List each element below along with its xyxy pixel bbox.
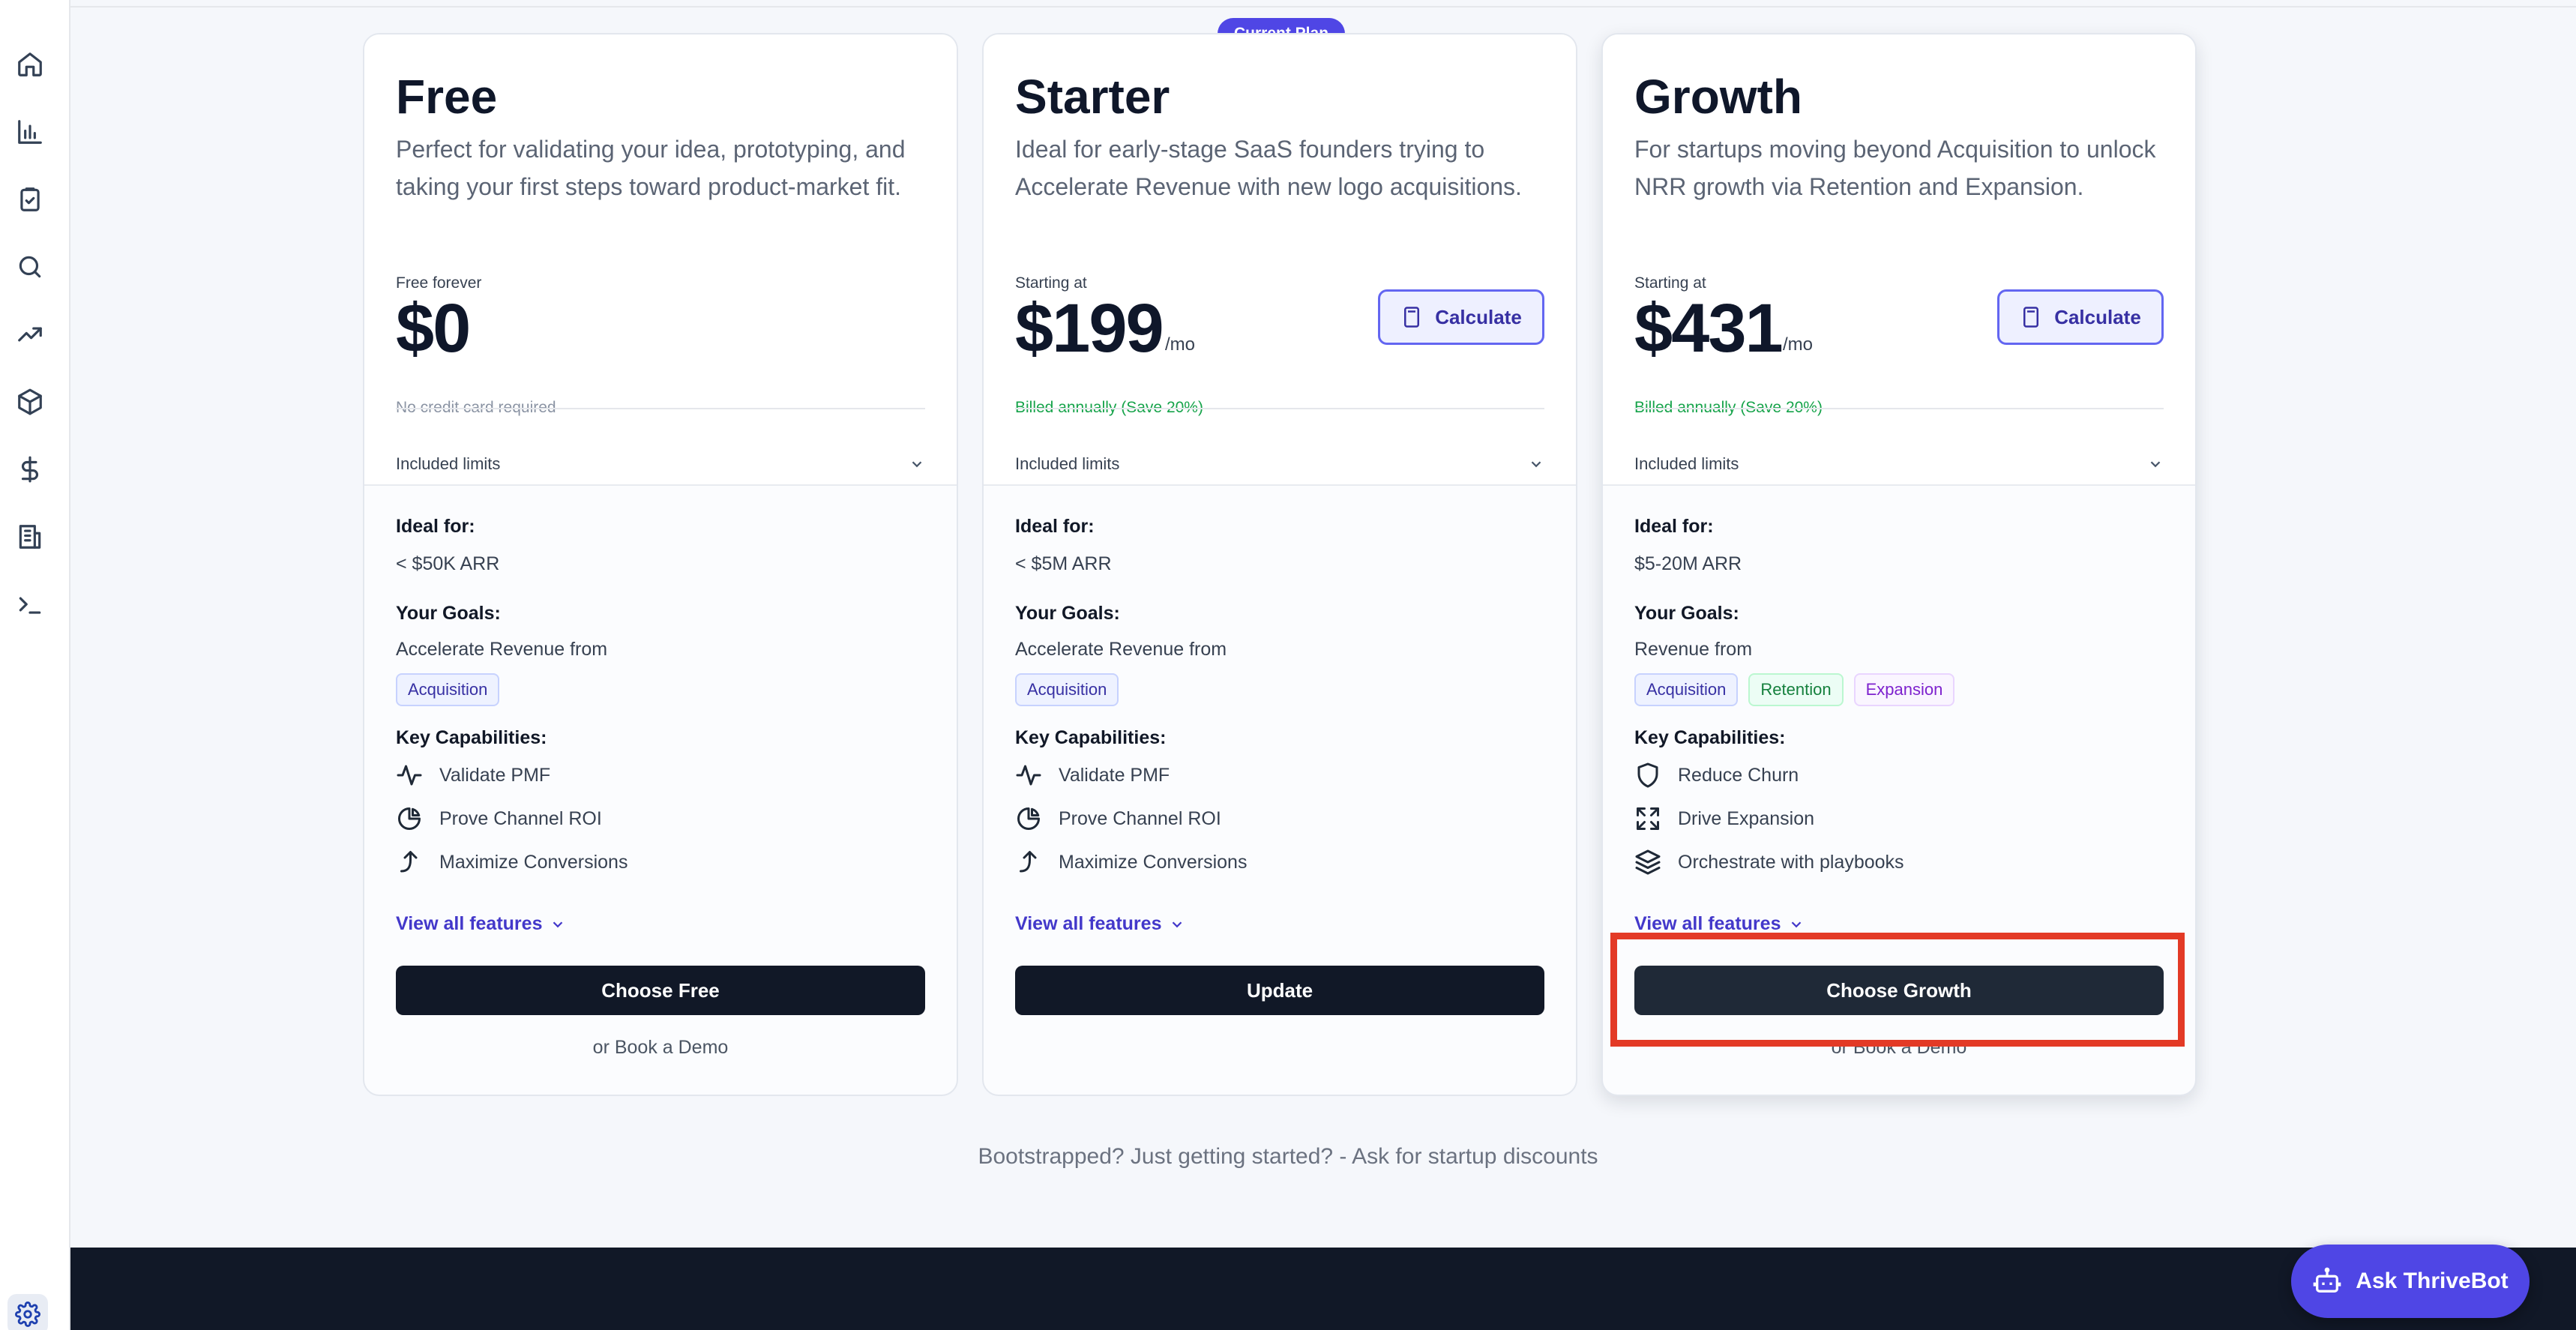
included-limits-label: Included limits xyxy=(396,454,501,473)
capability-item: Validate PMF xyxy=(1015,762,1170,789)
divider xyxy=(1634,408,2164,409)
ideal-for-label: Ideal for: xyxy=(1634,516,1714,537)
goals-label: Your Goals: xyxy=(1015,603,1120,624)
ideal-for-label: Ideal for: xyxy=(1015,516,1095,537)
divider xyxy=(396,408,925,409)
chevron-down-icon xyxy=(912,461,922,468)
plan-name: Growth xyxy=(1634,70,1802,124)
dollar-icon[interactable] xyxy=(7,447,52,492)
ideal-for-label: Ideal for: xyxy=(396,516,475,537)
plan-price: $199 xyxy=(1015,290,1164,367)
capability-item: Maximize Conversions xyxy=(1015,849,1247,876)
pie-chart-icon xyxy=(398,807,421,830)
plan-description: For startups moving beyond Acquisition t… xyxy=(1634,136,2156,200)
tag-retention: Retention xyxy=(1748,673,1844,706)
plan-description: Perfect for validating your idea, protot… xyxy=(396,136,906,200)
update-button[interactable]: Update xyxy=(1015,966,1544,1015)
shield-icon xyxy=(1637,762,1658,788)
plan-name: Free xyxy=(396,70,498,124)
capabilities-label: Key Capabilities: xyxy=(396,727,547,748)
tag-acquisition: Acquisition xyxy=(1015,673,1119,706)
sidebar xyxy=(0,0,70,1330)
capability-item: Reduce Churn xyxy=(1634,762,1799,789)
tag-expansion: Expansion xyxy=(1853,673,1955,706)
building-icon[interactable] xyxy=(7,514,52,559)
book-demo-link[interactable]: or Book a Demo xyxy=(364,1037,957,1059)
terminal-icon[interactable] xyxy=(7,582,52,627)
chevron-down-icon xyxy=(2150,461,2161,468)
capability-item: Validate PMF xyxy=(396,762,550,789)
expand-icon xyxy=(1637,807,1659,830)
activity-icon xyxy=(397,765,422,786)
chevron-down-icon xyxy=(553,921,563,927)
tag-acquisition: Acquisition xyxy=(1634,673,1739,706)
capability-item: Orchestrate with playbooks xyxy=(1634,849,1904,876)
plan-price: $0 xyxy=(396,290,471,367)
view-all-features-link[interactable]: View all features xyxy=(1015,913,1185,935)
capability-item: Maximize Conversions xyxy=(396,849,628,876)
book-demo-link[interactable]: or Book a Demo xyxy=(1603,1037,2195,1059)
view-all-features-link[interactable]: View all features xyxy=(396,913,566,935)
clipboard-check-icon[interactable] xyxy=(7,177,52,222)
goals-label: Your Goals: xyxy=(1634,603,1739,624)
included-limits-toggle[interactable]: Included limits xyxy=(396,454,925,474)
ask-thrivebot-button[interactable]: Ask ThriveBot xyxy=(2291,1245,2530,1318)
included-limits-toggle[interactable]: Included limits xyxy=(1634,454,2164,474)
plan-card-free: Free Perfect for validating your idea, p… xyxy=(363,33,958,1096)
included-limits-toggle[interactable]: Included limits xyxy=(1015,454,1544,474)
activity-icon xyxy=(1016,765,1041,786)
plan-card-starter: Starter Ideal for early-stage SaaS found… xyxy=(982,33,1577,1096)
layers-icon xyxy=(1635,849,1661,875)
choose-growth-button[interactable]: Choose Growth xyxy=(1634,966,2164,1015)
package-icon[interactable] xyxy=(7,379,52,424)
chevron-down-icon xyxy=(1531,461,1541,468)
view-all-features-link[interactable]: View all features xyxy=(1634,913,1805,935)
price-period: /mo xyxy=(1783,334,1814,355)
capabilities-label: Key Capabilities: xyxy=(1015,727,1167,748)
top-border xyxy=(70,0,2576,7)
capabilities-label: Key Capabilities: xyxy=(1634,727,1786,748)
capability-item: Prove Channel ROI xyxy=(1015,805,1221,832)
plan-price: $431 xyxy=(1634,290,1784,367)
search-icon[interactable] xyxy=(7,244,52,289)
price-period: /mo xyxy=(1165,334,1196,355)
ideal-for-value: $5-20M ARR xyxy=(1634,553,1742,574)
bot-icon xyxy=(2313,1267,2341,1293)
gear-icon[interactable] xyxy=(7,1294,48,1330)
arrow-up-right-icon xyxy=(400,851,418,873)
goals-label: Your Goals: xyxy=(396,603,501,624)
plan-description: Ideal for early-stage SaaS founders tryi… xyxy=(1015,136,1522,200)
calculate-button[interactable]: Calculate xyxy=(1378,289,1544,345)
trending-up-icon[interactable] xyxy=(7,312,52,357)
goals-text: Accelerate Revenue from xyxy=(396,639,608,660)
included-limits-label: Included limits xyxy=(1015,454,1120,473)
calculate-button[interactable]: Calculate xyxy=(1997,289,2164,345)
goals-text: Revenue from xyxy=(1634,639,1753,660)
chevron-down-icon xyxy=(1792,921,1802,927)
bar-chart-icon[interactable] xyxy=(7,109,52,154)
pie-chart-icon xyxy=(1017,807,1040,830)
ideal-for-value: < $5M ARR xyxy=(1015,553,1112,574)
capability-item: Drive Expansion xyxy=(1634,805,1814,832)
chevron-down-icon xyxy=(1173,921,1182,927)
home-icon[interactable] xyxy=(7,42,52,87)
arrow-up-right-icon xyxy=(1020,851,1037,873)
startup-discount-text[interactable]: Bootstrapped? Just getting started? - As… xyxy=(0,1144,2576,1170)
capability-item: Prove Channel ROI xyxy=(396,805,602,832)
calculator-icon xyxy=(2023,307,2039,328)
goals-text: Accelerate Revenue from xyxy=(1015,639,1227,660)
calculator-icon xyxy=(1404,307,1420,328)
choose-free-button[interactable]: Choose Free xyxy=(396,966,925,1015)
footer-band xyxy=(70,1248,2576,1330)
plan-name: Starter xyxy=(1015,70,1170,124)
tag-acquisition: Acquisition xyxy=(396,673,500,706)
included-limits-label: Included limits xyxy=(1634,454,1739,473)
divider xyxy=(1015,408,1544,409)
plan-card-growth: Growth For startups moving beyond Acquis… xyxy=(1601,33,2197,1096)
ideal-for-value: < $50K ARR xyxy=(396,553,500,574)
